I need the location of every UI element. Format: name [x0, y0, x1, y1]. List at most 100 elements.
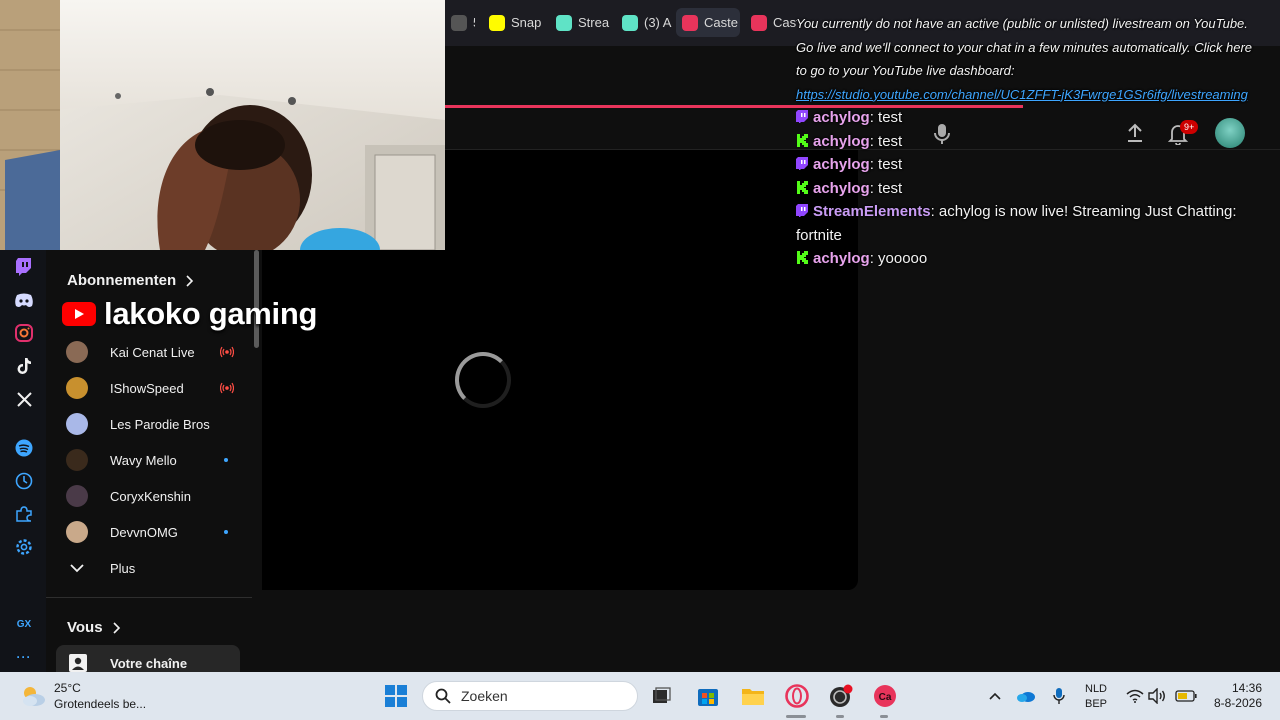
- windows-logo-icon: [385, 685, 407, 707]
- extensions-icon[interactable]: [13, 503, 35, 525]
- tab-favicon-icon: [751, 14, 767, 31]
- gx-icon[interactable]: GX: [13, 613, 35, 635]
- tab-label: Snap: [511, 15, 541, 30]
- channel-title: lakoko gaming: [104, 296, 318, 331]
- kick-icon: [797, 251, 808, 264]
- tab-favicon-icon: [489, 14, 505, 31]
- new-content-dot: [224, 530, 228, 534]
- chat-message-text: test: [878, 109, 903, 126]
- browser-tab[interactable]: (3) A: [616, 8, 672, 37]
- subscriptions-label: Abonnementen: [67, 272, 177, 289]
- volume-icon[interactable]: [1147, 686, 1167, 706]
- chat-username[interactable]: achylog: [813, 180, 870, 197]
- chat-message: achylog: test: [796, 130, 1266, 154]
- taskbar-search-box[interactable]: Zoeken: [422, 681, 638, 711]
- subscription-name: CoryxKenshin: [110, 488, 191, 504]
- tab-label: Strea: [578, 15, 610, 30]
- onedrive-cloud-icon[interactable]: [1016, 686, 1036, 706]
- sidebar-divider: [46, 597, 252, 598]
- subscription-item[interactable]: Les Parodie Bros: [66, 409, 236, 439]
- subscription-item[interactable]: Wavy Mello: [66, 445, 236, 475]
- wifi-icon[interactable]: [1125, 686, 1145, 706]
- tab-label: Caste: [773, 15, 797, 30]
- chevron-down-icon: [70, 564, 84, 573]
- tab-label: 5) St: [473, 15, 475, 30]
- channel-avatar: [66, 485, 88, 507]
- clock-date: 8-8-2026: [1213, 696, 1262, 710]
- live-broadcast-icon: [220, 346, 234, 358]
- weather-widget[interactable]: 25°C Grotendeels be...: [20, 680, 146, 712]
- chat-username[interactable]: achylog: [813, 156, 870, 173]
- browser-tab[interactable]: 5) St: [445, 8, 475, 37]
- running-app-indicator: [836, 715, 844, 718]
- chat-message-text: test: [878, 179, 903, 197]
- channel-avatar: [66, 449, 88, 471]
- instagram-icon[interactable]: [13, 322, 35, 344]
- keyboard-language-indicator[interactable]: NLD BEP: [1085, 682, 1107, 712]
- chat-message: achylog: test: [796, 106, 1266, 130]
- partly-cloudy-icon: [23, 687, 45, 706]
- kick-icon: [797, 180, 808, 194]
- chat-username[interactable]: achylog: [813, 109, 870, 126]
- channel-title-overlay: lakoko gaming: [62, 296, 317, 332]
- chat-message-list: achylog: test achylog: test achylog: test a…: [796, 106, 1266, 271]
- chat-username[interactable]: achylog: [813, 133, 870, 150]
- you-heading[interactable]: Vous: [67, 619, 121, 636]
- browser-tab[interactable]: Caste: [676, 8, 740, 37]
- file-explorer-icon[interactable]: [740, 683, 766, 709]
- x-icon[interactable]: [13, 388, 35, 410]
- chat-username[interactable]: achylog: [813, 250, 870, 267]
- battery-icon[interactable]: [1174, 686, 1198, 706]
- subscription-name: IShowSpeed: [110, 380, 184, 396]
- tab-favicon-icon: [556, 14, 572, 31]
- microphone-icon[interactable]: [1049, 686, 1069, 706]
- tab-label: (3) A: [644, 15, 672, 30]
- twitch-icon: [796, 204, 808, 217]
- tiktok-icon[interactable]: [13, 355, 35, 377]
- obs-studio-icon[interactable]: [828, 683, 854, 709]
- channel-avatar: [66, 377, 88, 399]
- twitch-icon: [796, 157, 808, 170]
- chevron-up-icon[interactable]: [985, 686, 1005, 706]
- live-broadcast-icon: [220, 382, 234, 394]
- chat-username[interactable]: StreamElements: [813, 203, 931, 220]
- new-content-dot: [224, 458, 228, 462]
- task-view-icon[interactable]: [648, 683, 674, 709]
- subscriptions-heading[interactable]: Abonnementen: [67, 272, 194, 289]
- channel-avatar: [66, 521, 88, 543]
- studio-dashboard-link[interactable]: https://studio.youtube.com/channel/UC1ZF…: [796, 87, 1248, 102]
- show-more-button[interactable]: Plus: [66, 553, 236, 583]
- loading-spinner-icon: [455, 352, 511, 408]
- channel-avatar: [66, 413, 88, 435]
- tab-favicon-icon: [451, 14, 467, 31]
- microsoft-store-icon[interactable]: [695, 683, 721, 709]
- tab-label: Caste: [704, 15, 738, 30]
- tab-favicon-icon: [682, 14, 698, 31]
- start-button[interactable]: [383, 683, 409, 709]
- subscription-item[interactable]: DevvnOMG: [66, 517, 236, 547]
- browser-tab[interactable]: Caste: [745, 8, 797, 37]
- subscription-item[interactable]: CoryxKenshin: [66, 481, 236, 511]
- taskbar-clock[interactable]: 14:36 8-8-2026: [1208, 681, 1262, 711]
- chat-overlay: You currently do not have an active (pub…: [796, 12, 1266, 271]
- discord-icon[interactable]: [13, 289, 35, 311]
- subscription-item[interactable]: IShowSpeed: [66, 373, 236, 403]
- more-icon[interactable]: ···: [13, 646, 35, 668]
- browser-tab[interactable]: Snap: [483, 8, 541, 37]
- chat-message: achylog: test: [796, 177, 1266, 201]
- tab-favicon-icon: [622, 14, 638, 31]
- twitch-icon[interactable]: [13, 256, 35, 278]
- settings-icon[interactable]: [13, 536, 35, 558]
- opera-gx-taskbar-icon[interactable]: [784, 683, 810, 709]
- subscription-item[interactable]: Kai Cenat Live: [66, 337, 236, 367]
- chat-message: StreamElements: achylog is now live! Str…: [796, 203, 1237, 244]
- webcam-feed-image: [0, 0, 445, 250]
- spotify-icon[interactable]: [13, 437, 35, 459]
- search-icon: [435, 688, 451, 704]
- history-icon[interactable]: [13, 470, 35, 492]
- browser-tab[interactable]: Strea: [550, 8, 610, 37]
- chevron-right-icon: [112, 621, 120, 634]
- weather-temperature: 25°C: [54, 681, 81, 695]
- your-channel-label: Votre chaîne: [110, 655, 188, 671]
- casterlabs-caffeinated-icon[interactable]: Ca: [872, 683, 898, 709]
